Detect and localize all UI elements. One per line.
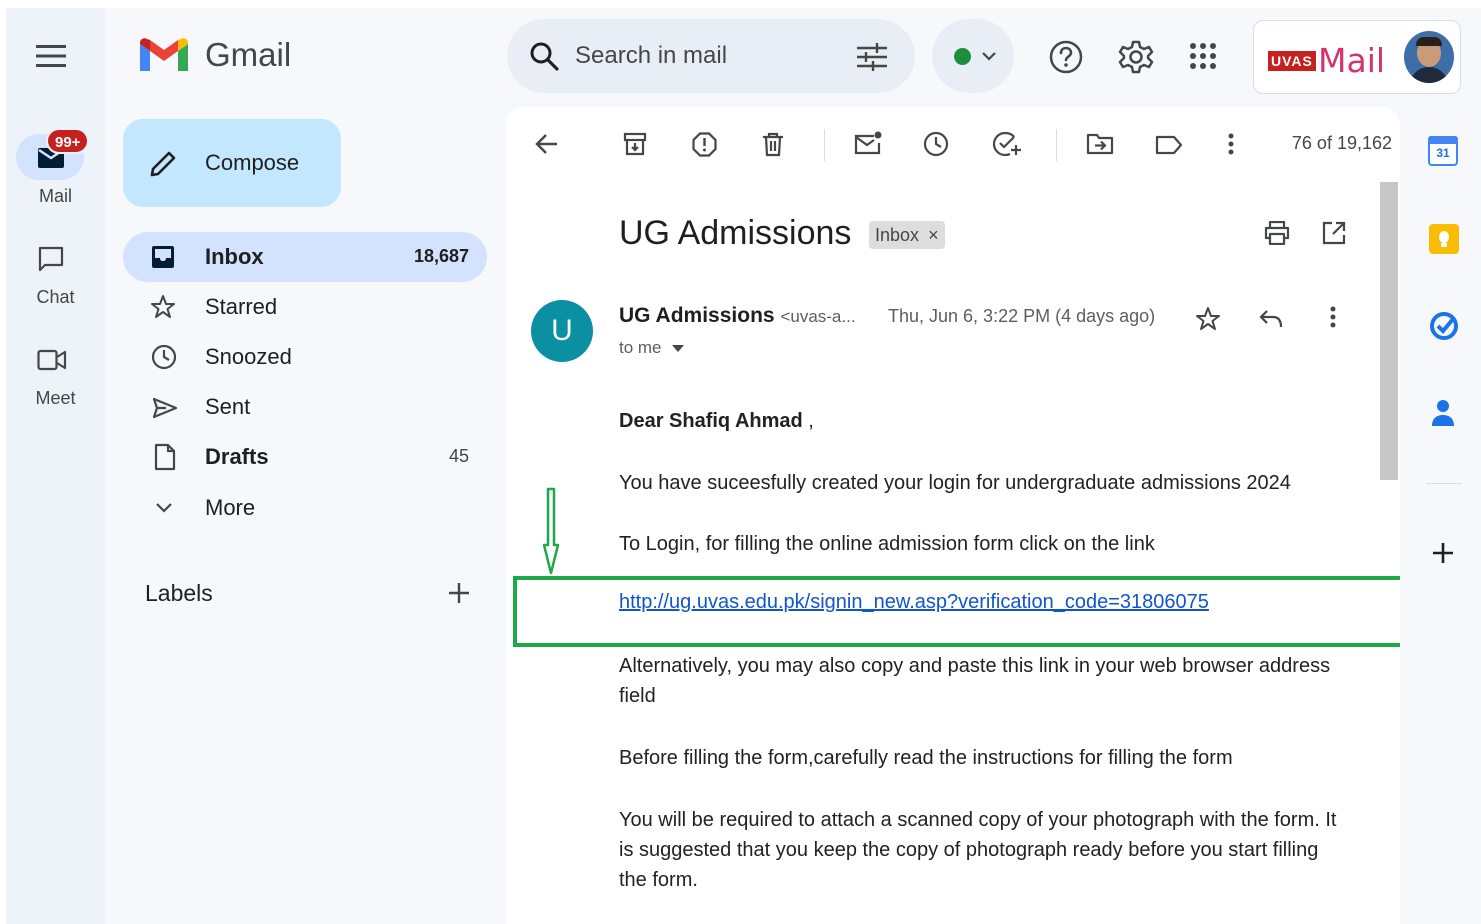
sidebar-item-label: More: [205, 495, 256, 520]
caret-down-icon: [672, 345, 685, 353]
email-view: 76 of 19,162 UG Admissions Inbox × U UG …: [506, 107, 1400, 924]
settings-gear-icon[interactable]: [1118, 39, 1154, 75]
sidebar-item-drafts[interactable]: Drafts 45: [123, 432, 487, 482]
gmail-app: 99+ Mail Chat Meet Gmail Search in mail …: [6, 8, 1481, 924]
email-paragraph: Alternatively, you may also copy and pas…: [619, 655, 1331, 707]
sidebar-item-sent[interactable]: Sent: [123, 382, 487, 432]
search-input[interactable]: [575, 37, 845, 75]
print-icon[interactable]: [1264, 221, 1290, 245]
sender-email: <uvas-a...: [780, 307, 856, 326]
sender-info[interactable]: UG Admissions <uvas-a...: [619, 304, 856, 328]
meet-icon[interactable]: [37, 349, 67, 371]
mark-unread-icon[interactable]: [854, 131, 882, 155]
get-addons-plus-icon[interactable]: [1432, 542, 1454, 564]
email-subject: UG Admissions: [619, 214, 852, 252]
main-menu-icon[interactable]: [36, 44, 66, 68]
back-arrow-icon[interactable]: [535, 133, 559, 155]
search-bar[interactable]: [507, 19, 915, 93]
sender-name: UG Admissions: [619, 304, 775, 327]
greeting-name: Dear Shafiq Ahmad: [619, 410, 803, 432]
clock-icon: [151, 344, 177, 370]
email-greeting: Dear Shafiq Ahmad ,: [619, 406, 1359, 436]
sidebar-item-label: Starred: [205, 294, 278, 319]
calendar-day-number: 31: [1436, 146, 1450, 160]
snooze-clock-icon[interactable]: [923, 131, 949, 157]
search-icon[interactable]: [529, 41, 559, 71]
apps-grid-icon[interactable]: [1189, 42, 1217, 70]
star-icon[interactable]: [1195, 306, 1221, 332]
sidebar-item-inbox[interactable]: Inbox 18,687: [123, 232, 487, 282]
compose-label: Compose: [205, 150, 300, 175]
chat-icon[interactable]: [38, 246, 64, 272]
more-vertical-icon[interactable]: [1228, 133, 1234, 155]
inbox-icon: [151, 245, 175, 269]
greeting-suffix: ,: [802, 410, 814, 432]
inbox-count: 18,687: [413, 246, 469, 266]
add-label-plus-icon[interactable]: [448, 582, 470, 604]
toolbar-divider: [824, 129, 825, 161]
email-paragraph: Before filling the form,carefully read t…: [619, 747, 1233, 769]
reply-arrow-icon[interactable]: [1259, 309, 1283, 329]
sidebar-item-starred[interactable]: Starred: [123, 282, 487, 332]
tasks-icon[interactable]: [1429, 311, 1459, 341]
delete-trash-icon[interactable]: [762, 132, 784, 157]
message-counter: 76 of 19,162: [1291, 133, 1392, 153]
active-status-dot: [954, 48, 971, 65]
gmail-logo-icon[interactable]: [140, 38, 188, 74]
help-icon[interactable]: [1049, 40, 1083, 74]
rail-meet-label: Meet: [35, 388, 76, 408]
pencil-icon: [149, 148, 179, 178]
chip-close-icon[interactable]: ×: [928, 225, 939, 245]
sidebar-item-label: Snoozed: [205, 344, 292, 369]
send-icon: [152, 397, 178, 419]
email-paragraph: You will be required to attach a scanned…: [619, 809, 1337, 891]
scrollbar-thumb[interactable]: [1380, 182, 1398, 480]
add-to-tasks-icon[interactable]: [992, 131, 1022, 157]
sidebar-item-more[interactable]: More: [123, 483, 487, 533]
sidebar-item-label: Drafts: [205, 444, 269, 469]
email-paragraph: You have suceesfully created your login …: [619, 472, 1291, 494]
chip-label: Inbox: [875, 225, 920, 245]
search-options-icon[interactable]: [857, 43, 887, 71]
chevron-down-icon: [156, 503, 172, 513]
recipients-label: to me: [619, 338, 662, 357]
label-tag-icon[interactable]: [1155, 135, 1183, 155]
rail-mail-label: Mail: [38, 186, 72, 206]
sidebar-item-label: Sent: [205, 394, 251, 419]
status-selector[interactable]: [932, 19, 1014, 93]
archive-icon[interactable]: [623, 132, 647, 156]
side-panel-divider: [1426, 483, 1462, 484]
report-spam-icon[interactable]: [692, 132, 717, 157]
left-rail: 99+ Mail Chat Meet: [6, 8, 105, 924]
sidebar-item-label: Inbox: [205, 244, 264, 269]
avatar[interactable]: [1404, 31, 1454, 83]
labels-heading: Labels: [145, 580, 213, 606]
message-more-vertical-icon[interactable]: [1330, 306, 1336, 328]
sender-avatar[interactable]: U: [531, 300, 593, 362]
inbox-label-chip: Inbox ×: [869, 221, 945, 249]
star-icon: [150, 294, 176, 320]
uvas-logo: UVAS: [1268, 51, 1316, 71]
annotation-arrow-down-icon: [543, 487, 559, 575]
move-to-folder-icon[interactable]: [1086, 133, 1114, 155]
recipients-toggle[interactable]: to me: [619, 338, 685, 358]
toolbar-divider: [1056, 129, 1057, 161]
account-brand-box[interactable]: UVAS Mail: [1253, 20, 1461, 94]
draft-file-icon: [154, 443, 176, 471]
email-paragraph: To Login, for filling the online admissi…: [619, 533, 1155, 555]
sidebar-item-snoozed[interactable]: Snoozed: [123, 332, 487, 382]
mail-unread-badge: 99+: [46, 128, 90, 154]
compose-button[interactable]: Compose: [123, 119, 341, 207]
calendar-app-icon[interactable]: 31: [1428, 136, 1458, 166]
rail-chat-label: Chat: [36, 287, 75, 307]
contacts-icon[interactable]: [1430, 398, 1456, 428]
verification-link[interactable]: http://ug.uvas.edu.pk/signin_new.asp?ver…: [619, 591, 1209, 614]
chevron-down-icon: [982, 52, 996, 61]
drafts-count: 45: [448, 446, 469, 466]
gmail-wordmark: Gmail: [205, 36, 292, 73]
open-in-new-window-icon[interactable]: [1322, 221, 1346, 245]
email-date: Thu, Jun 6, 3:22 PM (4 days ago): [888, 306, 1156, 326]
keep-notes-icon[interactable]: [1429, 224, 1459, 254]
brand-mail-wordmark: Mail: [1318, 41, 1386, 80]
